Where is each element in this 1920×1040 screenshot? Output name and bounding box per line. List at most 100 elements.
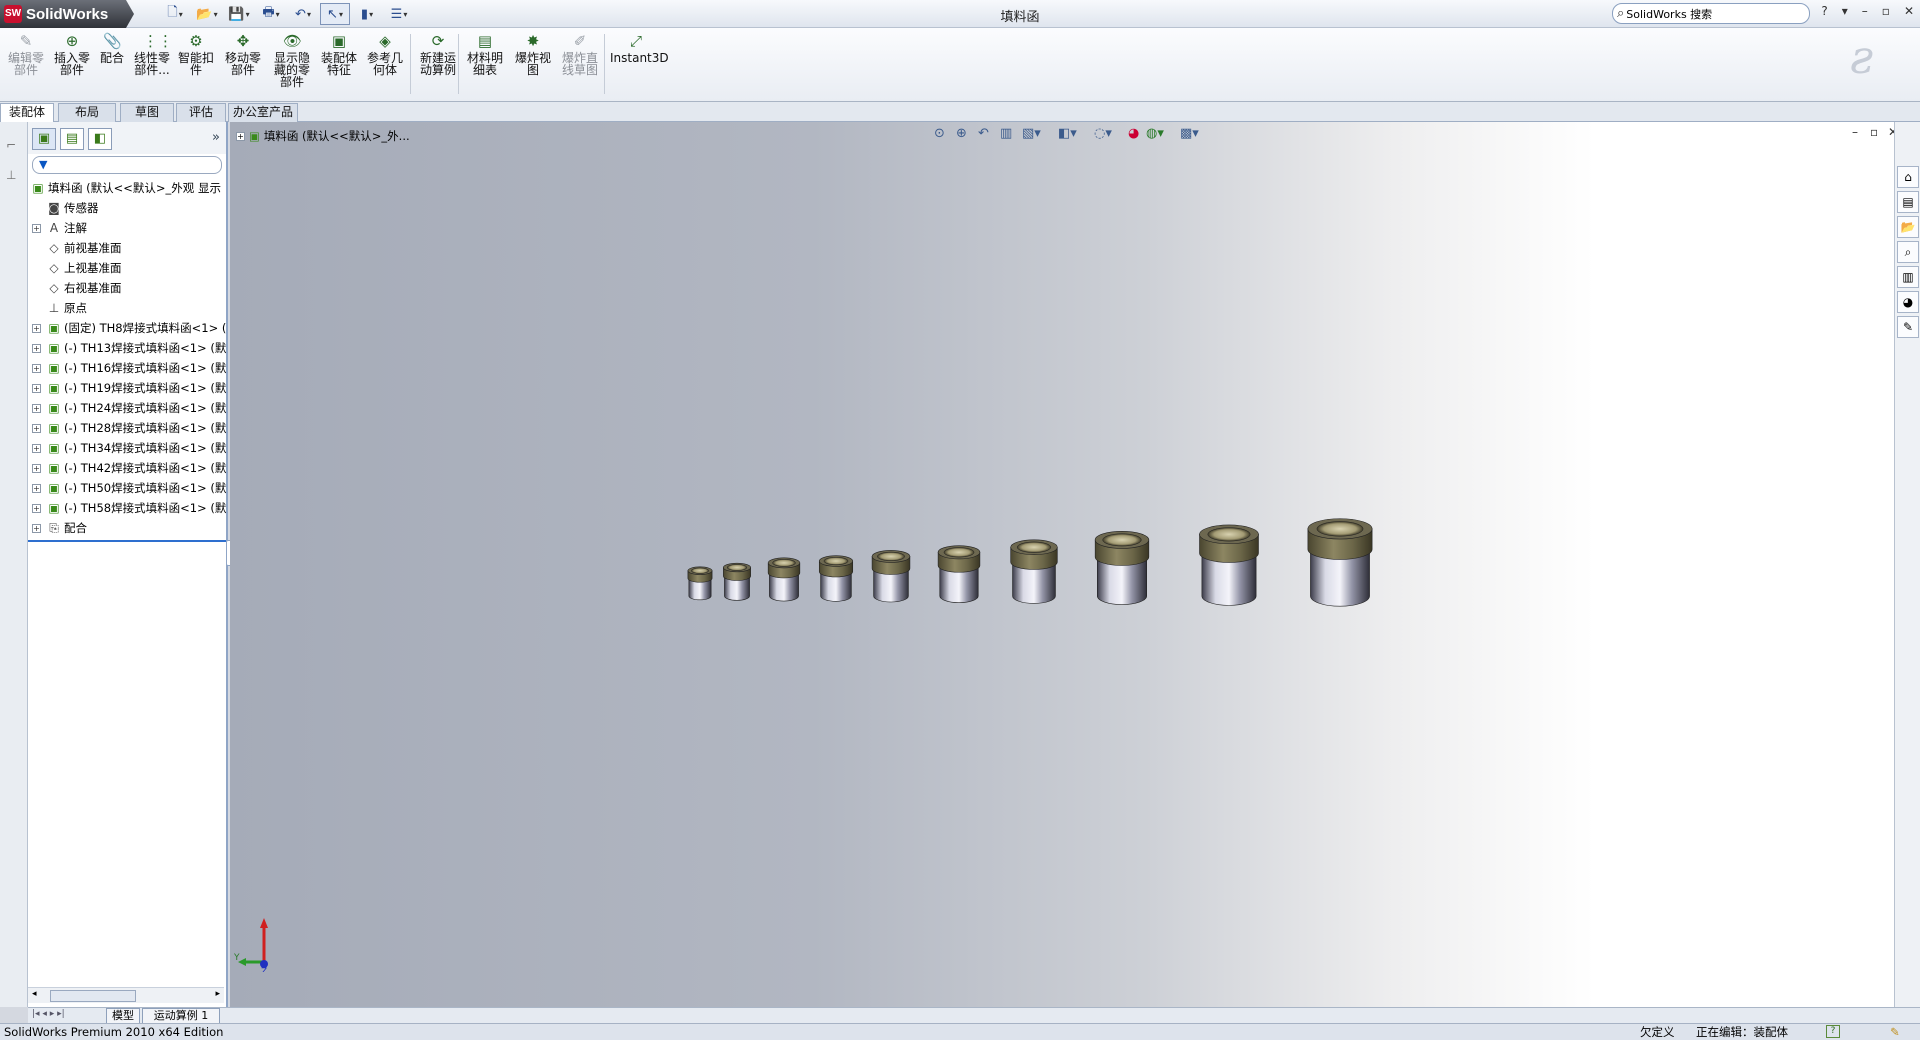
ribbon-button-11[interactable]: ▤ 材料明 细表 bbox=[464, 32, 506, 76]
rebuild-status-icon[interactable]: ✎ bbox=[1890, 1024, 1900, 1040]
part-th24[interactable] bbox=[871, 550, 911, 603]
part-th19[interactable] bbox=[818, 555, 854, 602]
graphics-area[interactable]: + ▣ 填料函 (默认<<默认>_外... ⊙ ⊕ ↶ ▥ ▧▾ ◧▾ ◌▾ ◕ ◍… bbox=[230, 122, 1894, 1007]
expand-icon[interactable]: + bbox=[32, 464, 41, 473]
tab-4[interactable]: 评估 bbox=[176, 103, 226, 122]
tree-item[interactable]: ◇ 右视基准面 bbox=[28, 278, 226, 298]
part-th50[interactable] bbox=[1199, 524, 1259, 606]
ribbon-button-5[interactable]: ⚙ 智能扣 件 bbox=[176, 32, 216, 76]
expand-icon[interactable]: + bbox=[32, 324, 41, 333]
search-box[interactable]: ⌕ SolidWorks 搜索 bbox=[1612, 3, 1810, 24]
qat-save-button[interactable]: 💾 ▾ bbox=[224, 3, 254, 25]
tree-hscrollbar[interactable]: ◂ ▸ bbox=[28, 987, 224, 1003]
tree-item[interactable]: ⊥ 原点 bbox=[28, 298, 226, 318]
dropdown-arrow-icon[interactable]: ▾ bbox=[179, 10, 183, 19]
sketch-icon[interactable]: ⌐ bbox=[6, 138, 21, 152]
ribbon-button-14[interactable]: ⤢ Instant3D bbox=[610, 32, 669, 64]
ribbon-button-10[interactable]: ⟳ 新建运 动算例 bbox=[416, 32, 460, 76]
tree-filter[interactable]: ▼ bbox=[32, 156, 222, 174]
ribbon-button-3[interactable]: 📎 配合 bbox=[96, 32, 128, 64]
resources-home-icon[interactable]: ⌂ bbox=[1897, 166, 1919, 188]
close-icon[interactable]: ✕ bbox=[1904, 4, 1914, 18]
ribbon-button-2[interactable]: ⊕ 插入零 部件 bbox=[52, 32, 92, 76]
expand-icon[interactable]: + bbox=[32, 444, 41, 453]
tree-item[interactable]: + ▣ (-) TH42焊接式填料函<1> (默 bbox=[28, 458, 226, 478]
dropdown-arrow-icon[interactable]: ▾ bbox=[214, 10, 218, 19]
part-th8[interactable] bbox=[687, 566, 713, 601]
tab-1[interactable]: 装配体 bbox=[0, 103, 54, 123]
configuration-manager-tab-icon[interactable]: ◧ bbox=[88, 128, 112, 150]
dropdown-arrow-icon[interactable]: ▾ bbox=[307, 10, 311, 19]
part-th58[interactable] bbox=[1307, 518, 1373, 607]
bottom-tab-2[interactable]: 运动算例 1 bbox=[142, 1008, 220, 1024]
expand-icon[interactable]: + bbox=[32, 504, 41, 513]
more-tabs-icon[interactable]: » bbox=[212, 130, 220, 145]
restore-icon[interactable]: ▫ bbox=[1882, 4, 1890, 18]
ribbon-button-12[interactable]: ✸ 爆炸视 图 bbox=[512, 32, 554, 76]
tree-item[interactable]: + ▣ (-) TH24焊接式填料函<1> (默 bbox=[28, 398, 226, 418]
help-icon[interactable]: ? bbox=[1821, 4, 1827, 18]
dropdown-arrow-icon[interactable]: ▾ bbox=[276, 10, 280, 19]
expand-icon[interactable]: + bbox=[32, 524, 41, 533]
part-th34[interactable] bbox=[1010, 539, 1058, 604]
qat-options-button[interactable]: ☰ ▾ bbox=[384, 3, 414, 25]
part-th16[interactable] bbox=[767, 557, 801, 602]
property-manager-tab-icon[interactable]: ▤ bbox=[60, 128, 84, 150]
dropdown-arrow-icon[interactable]: ▾ bbox=[339, 10, 343, 19]
scroll-left-icon[interactable]: ◂ bbox=[32, 989, 37, 999]
part-th28[interactable] bbox=[937, 545, 981, 603]
dropdown-arrow-icon[interactable]: ▾ bbox=[246, 10, 250, 19]
part-th42[interactable] bbox=[1094, 531, 1150, 605]
expand-icon[interactable]: + bbox=[32, 224, 41, 233]
tree-item[interactable]: + ▣ (-) TH50焊接式填料函<1> (默 bbox=[28, 478, 226, 498]
qat-rebuild-button[interactable]: ▮ ▾ bbox=[352, 3, 382, 25]
ribbon-button-7[interactable]: 👁 显示隐 藏的零 部件 bbox=[270, 32, 314, 88]
tree-item[interactable]: + A 注解 bbox=[28, 218, 226, 238]
expand-icon[interactable]: + bbox=[32, 424, 41, 433]
dimension-icon[interactable]: ⊥ bbox=[6, 168, 21, 182]
ribbon-button-9[interactable]: ◈ 参考几 何体 bbox=[364, 32, 406, 76]
expand-icon[interactable]: + bbox=[32, 364, 41, 373]
tree-item[interactable]: ◇ 上视基准面 bbox=[28, 258, 226, 278]
qat-undo-button[interactable]: ↶ ▾ bbox=[288, 3, 318, 25]
scroll-right-icon[interactable]: ▸ bbox=[215, 989, 220, 999]
view-palette-icon[interactable]: ▥ bbox=[1897, 266, 1919, 288]
qat-open-button[interactable]: 📂 ▾ bbox=[192, 3, 222, 25]
tree-item[interactable]: + ▣ (-) TH58焊接式填料函<1> (默 bbox=[28, 498, 226, 518]
tree-item[interactable]: + ⎘ 配合 bbox=[28, 518, 226, 538]
solidworks-logo[interactable]: SW SolidWorks bbox=[0, 0, 134, 28]
dropdown-arrow-icon[interactable]: ▾ bbox=[369, 10, 373, 19]
bottom-tab-1[interactable]: 模型 bbox=[106, 1008, 140, 1024]
ribbon-button-6[interactable]: ✥ 移动零 部件 bbox=[222, 32, 264, 76]
tree-item[interactable]: + ▣ (-) TH19焊接式填料函<1> (默 bbox=[28, 378, 226, 398]
file-explorer-icon[interactable]: 📂 bbox=[1897, 216, 1919, 238]
tree-hscroll-thumb[interactable] bbox=[50, 990, 136, 1002]
help-menu-icon[interactable]: ▾ bbox=[1842, 4, 1848, 18]
custom-properties-icon[interactable]: ✎ bbox=[1897, 316, 1919, 338]
part-th13[interactable] bbox=[723, 562, 751, 601]
feature-tree-tab-icon[interactable]: ▣ bbox=[32, 128, 56, 150]
dropdown-arrow-icon[interactable]: ▾ bbox=[403, 10, 407, 19]
tree-item[interactable]: + ▣ (-) TH13焊接式填料函<1> (默 bbox=[28, 338, 226, 358]
expand-icon[interactable]: + bbox=[32, 384, 41, 393]
qat-print-button[interactable]: 🖶 ▾ bbox=[256, 3, 286, 25]
ribbon-button-8[interactable]: ▣ 装配体 特征 bbox=[318, 32, 360, 76]
tree-item[interactable]: + ▣ (-) TH16焊接式填料函<1> (默 bbox=[28, 358, 226, 378]
help-icon[interactable]: ? bbox=[1826, 1025, 1840, 1038]
tree-item[interactable]: + ▣ (固定) TH8焊接式填料函<1> ( bbox=[28, 318, 226, 338]
tab-5[interactable]: 办公室产品 bbox=[228, 103, 298, 122]
appearances-icon[interactable]: ◕ bbox=[1897, 291, 1919, 313]
qat-select-button[interactable]: ↖ ▾ bbox=[320, 3, 350, 25]
tree-item[interactable]: + ▣ (-) TH28焊接式填料函<1> (默 bbox=[28, 418, 226, 438]
tab-nav-icon[interactable]: |◂ ◂ ▸ ▸| bbox=[32, 1009, 65, 1019]
ribbon-button-4[interactable]: ⋮⋮ 线性零 部件... bbox=[130, 32, 174, 76]
tab-2[interactable]: 布局 bbox=[58, 103, 116, 122]
qat-new-button[interactable]: 🗋 ▾ bbox=[160, 3, 190, 25]
tree-root-assembly[interactable]: ▣ 填料函 (默认<<默认>_外观 显示 bbox=[28, 178, 226, 198]
expand-icon[interactable]: + bbox=[32, 484, 41, 493]
expand-icon[interactable]: + bbox=[32, 344, 41, 353]
tree-item[interactable]: ◙ 传感器 bbox=[28, 198, 226, 218]
tree-item[interactable]: ◇ 前视基准面 bbox=[28, 238, 226, 258]
design-library-icon[interactable]: ▤ bbox=[1897, 191, 1919, 213]
tree-item[interactable]: + ▣ (-) TH34焊接式填料函<1> (默 bbox=[28, 438, 226, 458]
